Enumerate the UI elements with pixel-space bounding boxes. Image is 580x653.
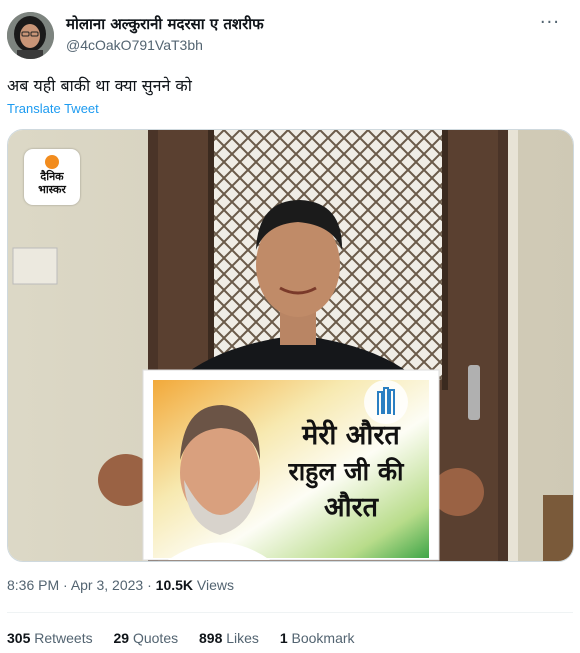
translate-tweet-link[interactable]: Translate Tweet: [7, 101, 99, 116]
quotes-stat[interactable]: 29 Quotes: [114, 630, 179, 646]
placard-line3: औरत: [323, 492, 379, 523]
sun-icon: [45, 155, 59, 169]
logo-line1: दैनिक: [40, 170, 64, 183]
placard-text: मेरी औरत राहुल जी की औरत: [266, 418, 436, 526]
display-name[interactable]: मोलाना अल्कुरानी मदरसा ए तशरीफ: [66, 14, 264, 34]
tweet-meta: 8:36 PM · Apr 3, 2023 · 10.5K Views: [7, 577, 234, 593]
quotes-count: 29: [113, 630, 130, 646]
bookmarks-stat[interactable]: 1 Bookmark: [280, 630, 355, 646]
logo-line2: भास्कर: [38, 183, 66, 196]
views-label: Views: [196, 577, 234, 593]
bookmarks-label: Bookmark: [291, 630, 355, 646]
avatar[interactable]: [7, 12, 54, 59]
tweet-stats: 305 Retweets 29 Quotes 898 Likes 1 Bookm…: [7, 630, 372, 646]
tweet-time[interactable]: 8:36 PM: [7, 577, 59, 593]
likes-stat[interactable]: 898 Likes: [199, 630, 259, 646]
bookmarks-count: 1: [279, 630, 288, 646]
placard-line1: मेरी औरत: [302, 420, 400, 451]
user-handle[interactable]: @4cOakO791VaT3bh: [66, 37, 203, 53]
views-count: 10.5K: [155, 577, 194, 593]
tweet-date[interactable]: Apr 3, 2023: [71, 577, 143, 593]
newspaper-logo: दैनिक भास्कर: [24, 149, 80, 205]
avatar-image: [7, 12, 54, 59]
retweets-stat[interactable]: 305 Retweets: [7, 630, 93, 646]
tweet-media[interactable]: दैनिक भास्कर मेरी औरत राहुल जी की औरत: [7, 129, 574, 562]
likes-count: 898: [199, 630, 223, 646]
quotes-label: Quotes: [132, 630, 179, 646]
likes-label: Likes: [226, 630, 259, 646]
meta-separator: ·: [147, 577, 156, 593]
divider: [7, 612, 573, 613]
meta-separator: ·: [63, 577, 71, 593]
retweets-label: Retweets: [34, 630, 93, 646]
placard-line2: राहुल जी की: [288, 457, 404, 486]
more-icon[interactable]: ···: [540, 12, 560, 33]
retweets-count: 305: [7, 630, 31, 646]
tweet-text: अब यही बाकी था क्या सुनने को: [7, 76, 192, 95]
